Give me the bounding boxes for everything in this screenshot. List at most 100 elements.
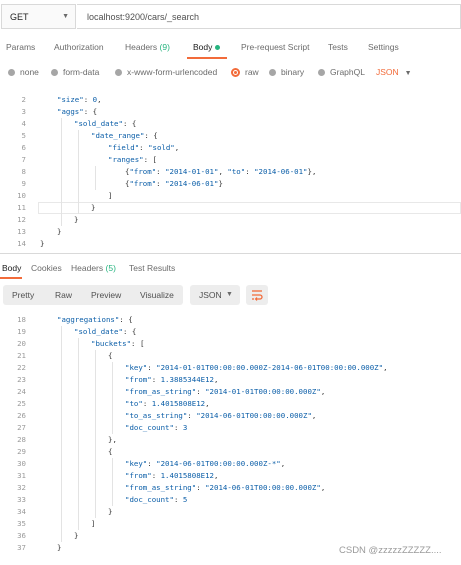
code-text: } — [57, 543, 62, 552]
watermark-text: CSDN @zzzzzZZZZZ.... — [339, 545, 442, 556]
tab-pre-request-script[interactable]: Pre-request Script — [241, 42, 310, 52]
code-text: "buckets": [ — [91, 339, 145, 348]
line-number: 14 — [17, 239, 26, 248]
line-number: 35 — [17, 519, 26, 528]
line-number: 30 — [17, 459, 26, 468]
response-body-viewer[interactable]: 18 "aggregations": { 19 "sold_date": { 20 "bu… — [0, 314, 461, 554]
radio-label: x-www-form-urlencoded — [127, 67, 218, 77]
tab-label: Params — [6, 42, 36, 52]
line-number: 19 — [17, 327, 26, 336]
code-line: 24 "from_as_string": "2014-01-01T00:00:00… — [0, 386, 461, 398]
response-toolbar: Pretty Raw Preview Visualize JSON ▼ — [3, 285, 461, 307]
view-pretty-button[interactable]: Pretty — [12, 290, 34, 300]
radio-label: none — [20, 67, 39, 77]
tab-label: Body — [193, 42, 213, 52]
line-number: 18 — [17, 315, 26, 324]
indent-guide — [61, 326, 62, 542]
format-label: JSON — [199, 290, 222, 300]
body-format-select[interactable]: JSON ▼ — [376, 67, 412, 77]
code-line: 33 "doc_count": 5 — [0, 494, 461, 506]
indent-guide — [95, 350, 96, 518]
code-line: 25 "to": 1.4015808E12, — [0, 398, 461, 410]
url-input[interactable]: localhost:9200/cars/_search — [77, 4, 461, 29]
tab-settings[interactable]: Settings — [368, 42, 399, 52]
tab-authorization[interactable]: Authorization — [54, 42, 104, 52]
tab-label: Settings — [368, 42, 399, 52]
line-number: 28 — [17, 435, 26, 444]
request-body-editor[interactable]: 2 "size": 0, 3 "aggs": {4 "sold_date": {5 "da… — [0, 94, 461, 250]
code-line: 27 "doc_count": 3 — [0, 422, 461, 434]
line-number: 13 — [17, 227, 26, 236]
code-text: }, — [108, 435, 117, 444]
code-line: 4 "sold_date": { — [0, 118, 461, 130]
view-raw-button[interactable]: Raw — [55, 290, 72, 300]
url-text: localhost:9200/cars/_search — [87, 11, 200, 22]
format-label: JSON — [376, 67, 399, 77]
response-format-select[interactable]: JSON ▼ — [190, 285, 240, 305]
pane-divider[interactable] — [0, 253, 461, 254]
code-line: 36} — [0, 530, 461, 542]
wrap-lines-icon — [252, 290, 263, 301]
line-number: 9 — [21, 179, 26, 188]
code-text: "size": 0, — [57, 95, 102, 104]
code-text: } — [74, 531, 79, 540]
line-number: 24 — [17, 387, 26, 396]
code-text: } — [57, 227, 62, 236]
code-text: "to_as_string": "2014-06-01T00:00:00.000… — [125, 411, 317, 420]
radio-label: GraphQL — [330, 67, 365, 77]
code-text: "sold_date": { — [74, 327, 137, 336]
radio-icon — [115, 68, 122, 76]
indent-guide — [112, 458, 113, 506]
tab-headers[interactable]: Headers (9) — [125, 42, 170, 52]
radio-label: form-data — [63, 67, 100, 77]
code-line: 5 "date_range": { — [0, 130, 461, 142]
tab-label: Pre-request Script — [241, 42, 310, 52]
code-text: "from": 1.4015808E12, — [125, 471, 219, 480]
indent-guide — [95, 166, 96, 190]
code-line: 32 "from_as_string": "2014-06-01T00:00:00… — [0, 482, 461, 494]
code-line: 28}, — [0, 434, 461, 446]
view-preview-button[interactable]: Preview — [91, 290, 121, 300]
line-number: 4 — [21, 119, 26, 128]
code-line: 20 "buckets": [ — [0, 338, 461, 350]
code-line: 7 "ranges": [ — [0, 154, 461, 166]
code-text: "key": "2014-01-01T00:00:00.000Z-2014-06… — [125, 363, 388, 372]
radio-none[interactable]: none — [8, 67, 39, 77]
tab-test-results[interactable]: Test Results — [129, 263, 175, 273]
radio-graphql[interactable]: GraphQL — [318, 67, 365, 77]
code-text: "aggregations": { — [57, 315, 133, 324]
tab-response-body[interactable]: Body — [2, 263, 21, 273]
code-line: 9 {"from": "2014-06-01"} — [0, 178, 461, 190]
code-text: } — [74, 215, 79, 224]
tab-tests[interactable]: Tests — [328, 42, 348, 52]
code-line: 6 "field": "sold", — [0, 142, 461, 154]
radio-icon — [51, 68, 58, 76]
code-text: ] — [91, 519, 96, 528]
radio-form-data[interactable]: form-data — [51, 67, 99, 77]
radio-x-www-form-urlencoded[interactable]: x-www-form-urlencoded — [115, 67, 217, 77]
radio-raw[interactable]: raw — [231, 67, 259, 77]
line-number: 22 — [17, 363, 26, 372]
tab-response-headers[interactable]: Headers (5) — [71, 263, 116, 273]
code-line: 22 "key": "2014-01-01T00:00:00.000Z-2014-… — [0, 362, 461, 374]
tab-params[interactable]: Params — [6, 42, 35, 52]
code-text: } — [108, 507, 113, 516]
line-number: 33 — [17, 495, 26, 504]
tab-label: Headers — [125, 42, 158, 52]
code-text: "from": 1.3885344E12, — [125, 375, 219, 384]
line-number: 12 — [17, 215, 26, 224]
code-line: 8 {"from": "2014-01-01", "to": "2014-06-0… — [0, 166, 461, 178]
radio-binary[interactable]: binary — [269, 67, 304, 77]
line-number: 2 — [21, 95, 26, 104]
line-number: 20 — [17, 339, 26, 348]
method-select[interactable]: GET ▼ — [1, 4, 76, 29]
tab-cookies[interactable]: Cookies — [31, 263, 62, 273]
tab-body[interactable]: Body — [193, 42, 221, 52]
view-visualize-button[interactable]: Visualize — [140, 290, 174, 300]
request-tabs: Params Authorization Headers (9) Body Pr… — [0, 38, 461, 59]
active-tab-indicator — [0, 277, 22, 279]
code-text: "doc_count": 3 — [125, 423, 188, 432]
indent-guide — [78, 130, 79, 214]
wrap-lines-button[interactable] — [246, 285, 268, 305]
radio-icon — [8, 68, 15, 76]
